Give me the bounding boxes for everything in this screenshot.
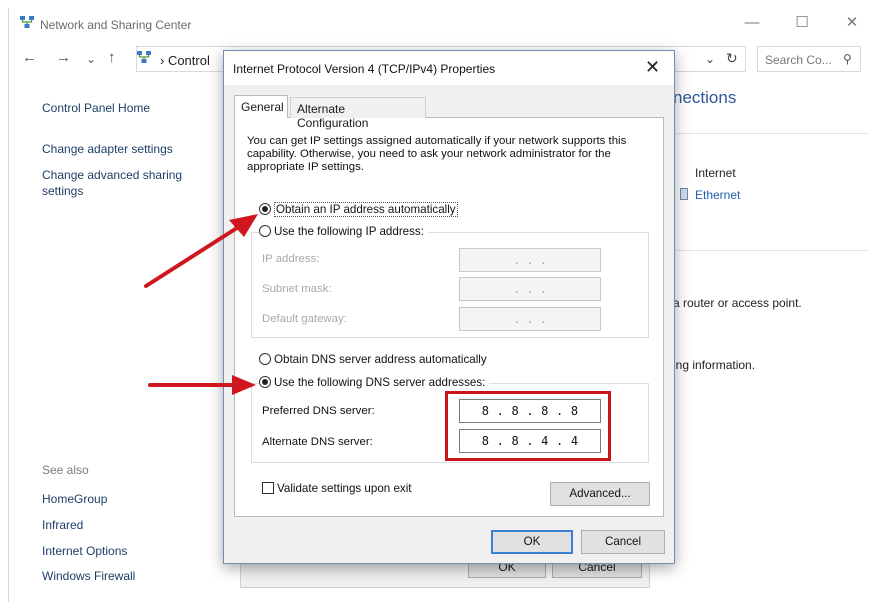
ethernet-connection-link[interactable]: Ethernet <box>695 188 740 202</box>
back-arrow-icon[interactable]: ← <box>22 49 37 66</box>
radio-unchecked-icon[interactable] <box>259 353 271 365</box>
internet-options-link[interactable]: Internet Options <box>42 544 127 558</box>
advanced-button[interactable]: Advanced... <box>550 482 650 506</box>
troubleshoot-text[interactable]: ing information. <box>673 358 755 372</box>
use-following-ip-radio[interactable]: Use the following IP address: <box>259 225 428 238</box>
subnet-mask-label: Subnet mask: <box>262 283 332 295</box>
homegroup-link[interactable]: HomeGroup <box>42 492 107 506</box>
dialog-title: Internet Protocol Version 4 (TCP/IPv4) P… <box>233 62 496 76</box>
search-icon[interactable]: ⚲ <box>843 52 852 66</box>
maximize-button[interactable]: ☐ <box>787 11 817 35</box>
up-arrow-icon[interactable]: ↑ <box>108 49 116 66</box>
see-also-heading: See also <box>42 463 89 477</box>
tab-alternate-configuration[interactable]: Alternate Configuration <box>290 97 426 130</box>
divider <box>673 250 869 251</box>
use-following-dns-label: Use the following DNS server addresses: <box>274 376 486 389</box>
change-advanced-sharing-link[interactable]: Change advanced sharing <box>42 168 182 182</box>
use-following-ip-label: Use the following IP address: <box>274 225 424 238</box>
minimize-button[interactable]: — <box>737 11 767 35</box>
search-placeholder: Search Co... <box>765 53 832 67</box>
dns-highlight-box <box>445 391 611 461</box>
ok-button[interactable]: OK <box>491 530 573 554</box>
ip-address-field: . . . <box>459 248 601 272</box>
close-window-button[interactable]: ✕ <box>837 11 867 35</box>
change-advanced-sharing-link-line2[interactable]: settings <box>42 184 83 198</box>
obtain-ip-auto-radio[interactable]: Obtain an IP address automatically <box>259 202 458 217</box>
setup-router-text[interactable]: a router or access point. <box>673 296 802 310</box>
divider <box>673 133 869 134</box>
radio-unchecked-icon[interactable] <box>259 225 271 237</box>
dialog-close-icon[interactable]: ✕ <box>645 57 660 78</box>
obtain-dns-auto-label: Obtain DNS server address automatically <box>274 353 487 366</box>
network-center-small-icon <box>137 51 151 63</box>
use-following-dns-radio[interactable]: Use the following DNS server addresses: <box>259 376 490 389</box>
alternate-dns-label: Alternate DNS server: <box>262 436 373 448</box>
radio-checked-icon[interactable] <box>259 376 271 388</box>
preferred-dns-label: Preferred DNS server: <box>262 405 375 417</box>
address-dropdown-icon[interactable]: ⌄ <box>705 52 715 66</box>
ip-address-label: IP address: <box>262 253 320 265</box>
breadcrumb[interactable]: › Control <box>160 53 210 68</box>
network-center-icon <box>20 16 34 28</box>
windows-firewall-link[interactable]: Windows Firewall <box>42 569 135 583</box>
obtain-dns-auto-radio[interactable]: Obtain DNS server address automatically <box>259 353 487 366</box>
tab-general[interactable]: General <box>234 95 288 118</box>
infrared-link[interactable]: Infrared <box>42 518 83 532</box>
subnet-mask-field: . . . <box>459 277 601 301</box>
checkbox-icon[interactable] <box>262 482 274 494</box>
default-gateway-field: . . . <box>459 307 601 331</box>
default-gateway-label: Default gateway: <box>262 313 347 325</box>
control-panel-home-link[interactable]: Control Panel Home <box>42 101 150 115</box>
forward-arrow-icon[interactable]: → <box>56 49 71 66</box>
cancel-button[interactable]: Cancel <box>581 530 665 554</box>
intro-text: You can get IP settings assigned automat… <box>247 135 627 173</box>
obtain-ip-auto-label: Obtain an IP address automatically <box>274 202 458 217</box>
change-adapter-settings-link[interactable]: Change adapter settings <box>42 142 173 156</box>
validate-settings-checkbox[interactable]: Validate settings upon exit <box>262 482 412 495</box>
ethernet-icon <box>680 188 688 200</box>
radio-checked-icon[interactable] <box>259 203 271 215</box>
window-title: Network and Sharing Center <box>40 18 192 32</box>
recent-locations-icon[interactable]: ⌄ <box>86 52 96 66</box>
access-type-value: Internet <box>695 166 736 180</box>
validate-settings-label: Validate settings upon exit <box>277 482 412 495</box>
refresh-icon[interactable]: ↻ <box>726 50 738 67</box>
connections-heading: nections <box>673 88 737 107</box>
